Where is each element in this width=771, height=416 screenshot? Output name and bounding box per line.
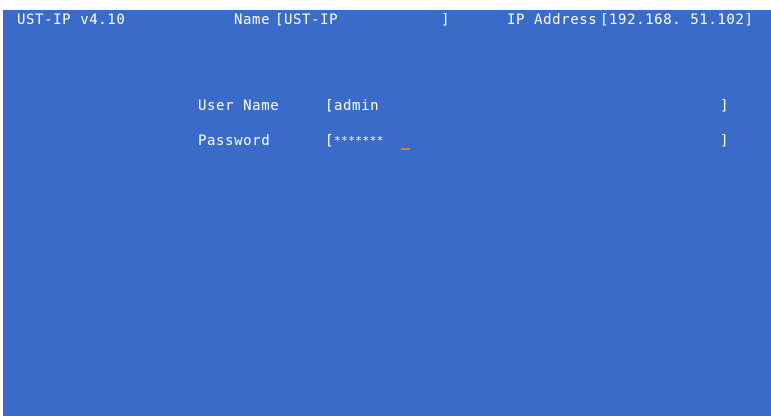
device-name-label: Name bbox=[234, 12, 271, 28]
password-open-bracket: [ bbox=[325, 133, 335, 149]
username-close-bracket: ] bbox=[720, 98, 730, 114]
ip-address-label: IP Address bbox=[507, 12, 598, 28]
password-field[interactable]: ******* bbox=[334, 131, 384, 151]
device-name-open-bracket: [ bbox=[275, 12, 285, 28]
device-name-field[interactable]: UST-IP bbox=[284, 10, 338, 30]
ip-address-value: [192.168. 51.102] bbox=[600, 12, 754, 28]
text-cursor bbox=[401, 148, 410, 150]
terminal-screen: UST-IP v4.10 Name [ UST-IP ] IP Address … bbox=[3, 10, 771, 416]
password-close-bracket: ] bbox=[720, 133, 730, 149]
password-label: Password bbox=[198, 133, 271, 149]
device-name-close-bracket: ] bbox=[441, 12, 451, 28]
username-open-bracket: [ bbox=[325, 98, 335, 114]
username-field[interactable]: admin bbox=[334, 96, 379, 116]
username-label: User Name bbox=[198, 98, 280, 114]
product-version: UST-IP v4.10 bbox=[17, 12, 126, 28]
